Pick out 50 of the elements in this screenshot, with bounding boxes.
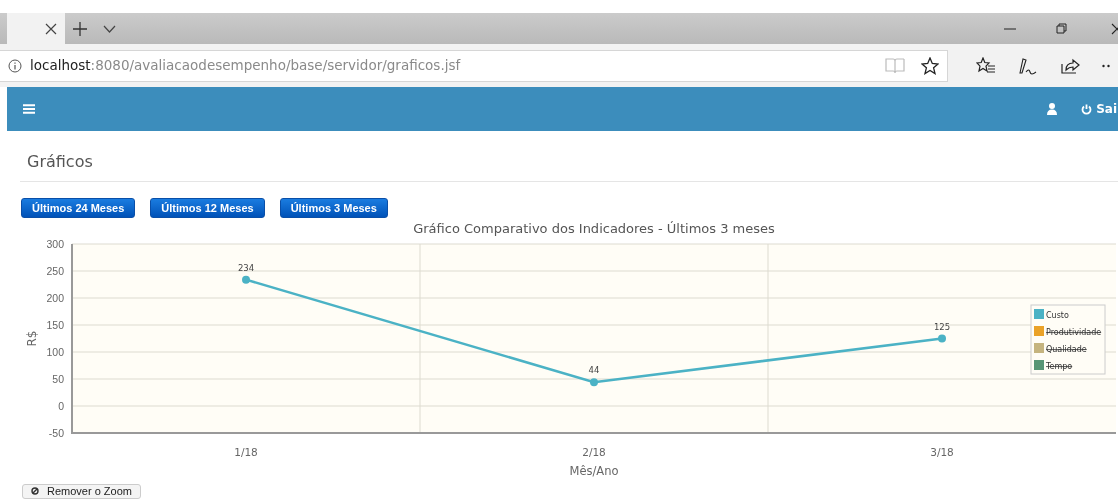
y-tick-label: 200 [46, 292, 64, 304]
legend-label[interactable]: Custo [1046, 311, 1069, 320]
data-point [242, 275, 250, 284]
page-title: Gráficos [27, 151, 94, 173]
chevron-down-icon[interactable] [103, 24, 116, 33]
power-icon [1081, 103, 1093, 115]
x-tick-label: 2/18 [582, 446, 606, 458]
data-label: 125 [933, 321, 951, 332]
y-tick-label: 100 [46, 346, 64, 358]
period-button[interactable]: Últimos 12 Meses [150, 198, 265, 218]
y-tick-label: -50 [48, 427, 64, 439]
legend-swatch [1034, 360, 1044, 370]
y-tick-label: 250 [46, 265, 64, 277]
data-label: 44 [588, 365, 600, 376]
share-icon[interactable] [1060, 56, 1080, 75]
pen-icon[interactable] [1018, 56, 1038, 75]
y-tick-label: 300 [46, 238, 64, 250]
legend-label[interactable]: Produtividade [1046, 328, 1102, 337]
minimize-icon[interactable] [1004, 27, 1016, 30]
x-tick-label: 3/18 [930, 446, 954, 458]
logout-link[interactable]: Sai [1081, 100, 1117, 118]
x-tick-label: 1/18 [234, 446, 258, 458]
data-point [938, 334, 946, 343]
y-tick-label: 0 [58, 400, 64, 412]
remove-zoom-button[interactable]: Remover o Zoom [22, 483, 141, 499]
data-label: 234 [237, 262, 255, 273]
more-icon[interactable] [1102, 63, 1110, 68]
restore-icon[interactable] [1056, 23, 1067, 34]
legend-swatch [1034, 326, 1044, 336]
period-button[interactable]: Últimos 24 Meses [21, 198, 136, 218]
x-axis-title: Mês/Ano [569, 464, 619, 478]
period-button[interactable]: Últimos 3 Meses [279, 198, 388, 218]
legend-swatch [1034, 309, 1044, 319]
close-icon[interactable] [45, 22, 57, 35]
y-axis-title: R$ [25, 330, 39, 347]
y-tick-label: 50 [52, 373, 64, 385]
plus-icon[interactable] [73, 21, 87, 36]
close-icon[interactable] [1111, 22, 1118, 35]
legend-label[interactable]: Qualidade [1046, 345, 1087, 354]
y-tick-label: 150 [46, 319, 64, 331]
user-icon[interactable] [1047, 103, 1058, 115]
menu-icon[interactable] [23, 104, 35, 114]
favorites-icon[interactable] [976, 56, 996, 75]
chart-title: Gráfico Comparativo dos Indicadores - Últimos 3 meses [413, 221, 775, 236]
cancel-icon [31, 487, 39, 495]
legend-label[interactable]: Tempo [1046, 362, 1073, 371]
star-icon[interactable] [921, 56, 939, 75]
info-icon[interactable] [8, 58, 22, 73]
data-point [590, 378, 598, 387]
legend-swatch [1034, 343, 1044, 353]
